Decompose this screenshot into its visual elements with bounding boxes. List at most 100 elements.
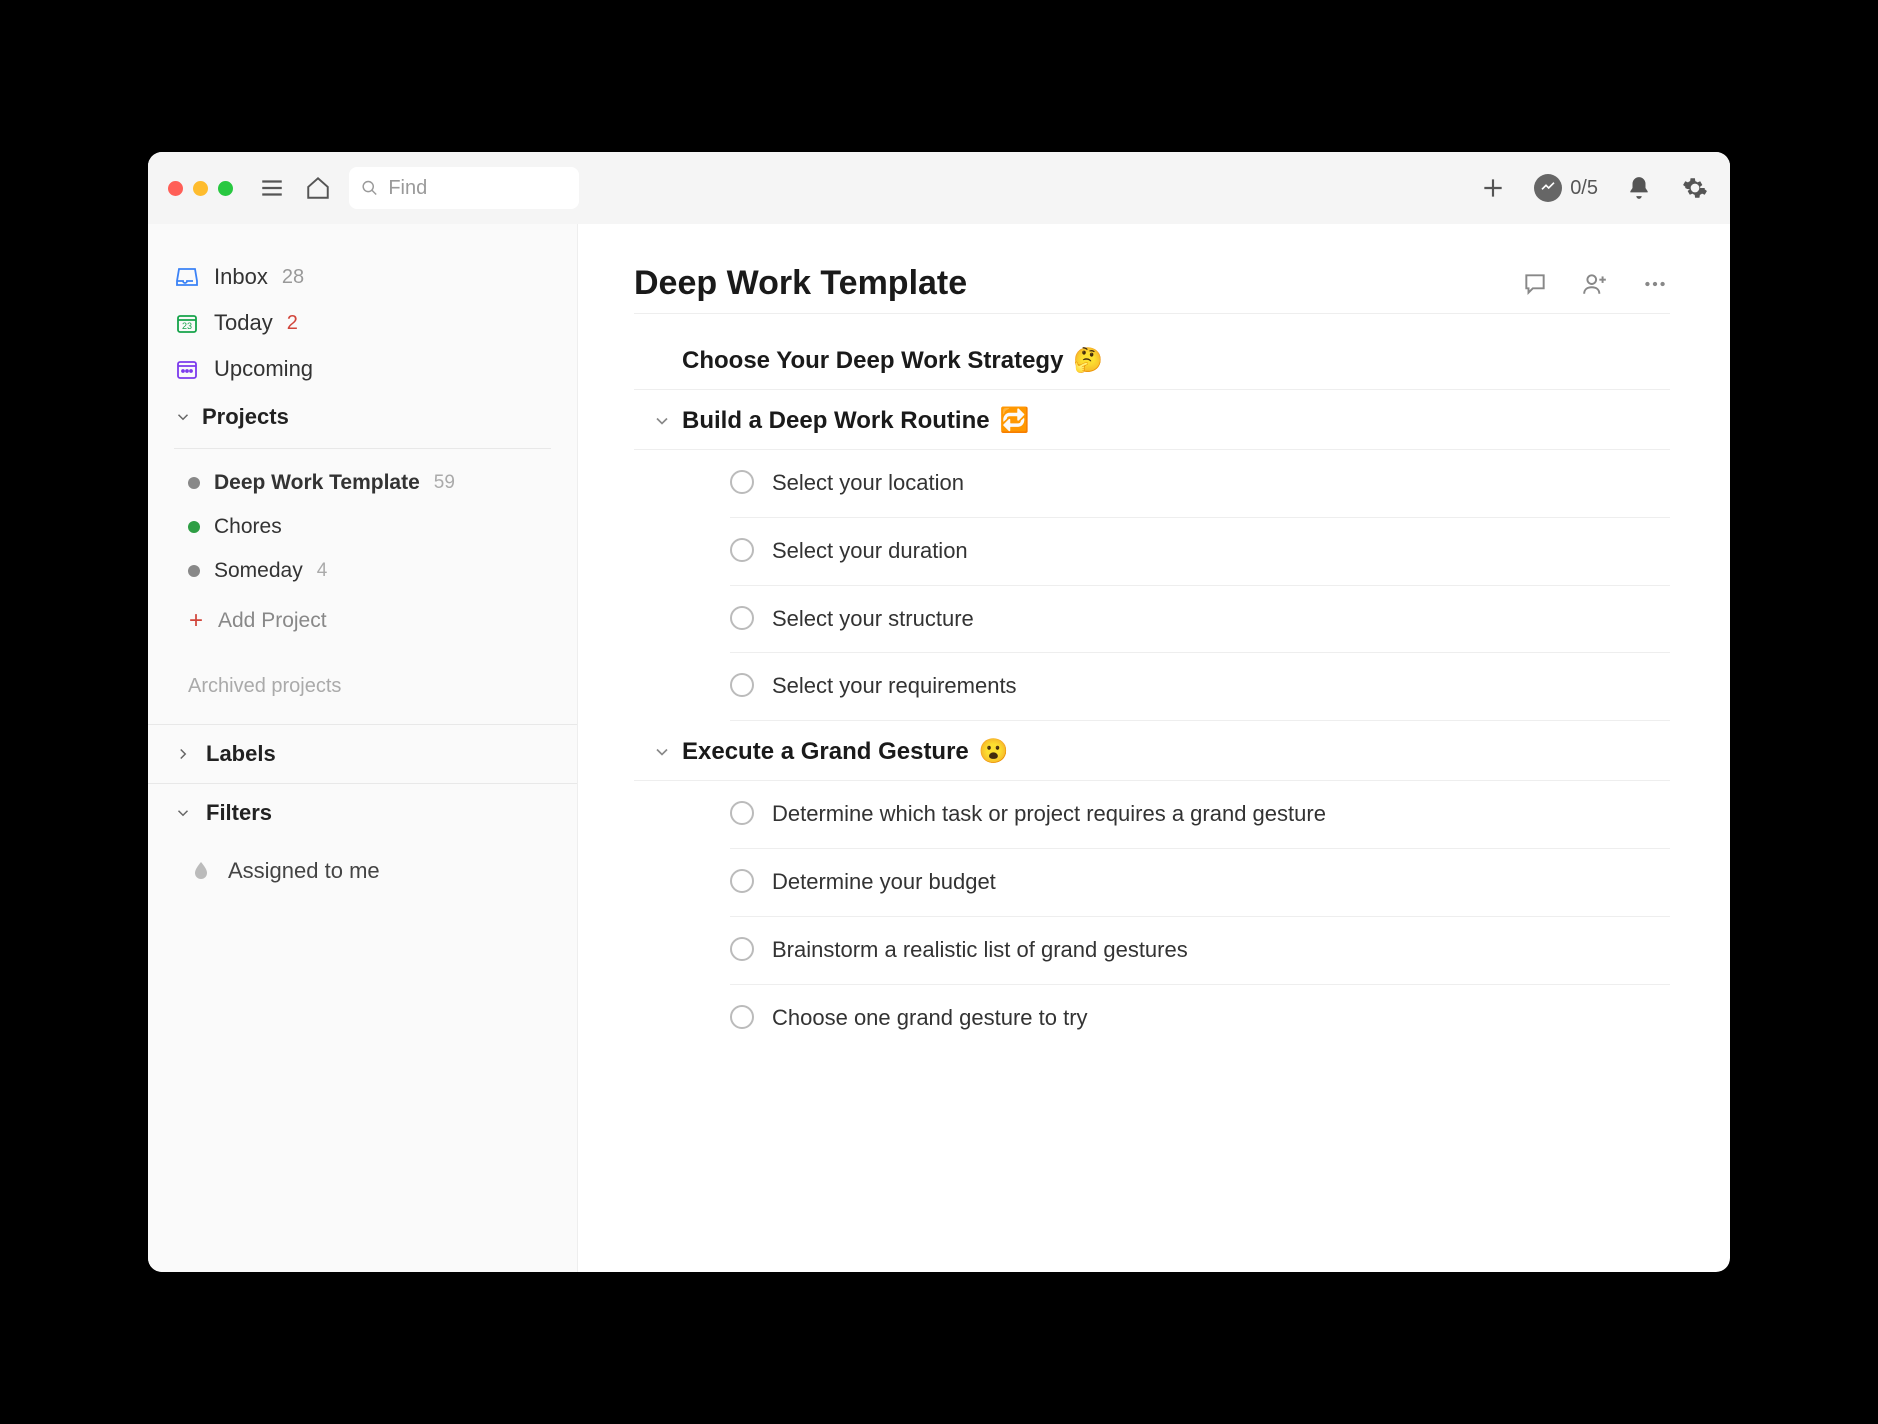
svg-text:23: 23	[182, 321, 192, 331]
sidebar-projects-header[interactable]: Projects	[148, 392, 577, 442]
task-checkbox[interactable]	[730, 606, 754, 630]
chevron-down-icon	[174, 804, 192, 822]
task-checkbox[interactable]	[730, 801, 754, 825]
task-row[interactable]: Select your location	[730, 450, 1670, 518]
section-title: Choose Your Deep Work Strategy	[682, 347, 1063, 375]
app-window: 0/5 Inbox 28 23 Today	[148, 152, 1730, 1272]
plus-icon: +	[188, 607, 204, 635]
productivity-icon	[1534, 174, 1562, 202]
task-label: Select your requirements	[772, 671, 1017, 702]
search-box[interactable]	[349, 167, 579, 209]
project-count: 4	[317, 560, 328, 582]
labels-label: Labels	[206, 741, 276, 767]
section-build-routine: Build a Deep Work Routine 🔁 Select your …	[634, 396, 1670, 721]
task-checkbox[interactable]	[730, 1005, 754, 1029]
project-bullet	[188, 565, 200, 577]
sidebar-inbox-label: Inbox	[214, 264, 268, 290]
inbox-icon	[174, 264, 200, 290]
sidebar-filters[interactable]: Filters	[148, 783, 577, 842]
project-bullet	[188, 521, 200, 533]
sidebar-assigned[interactable]: Assigned to me	[148, 842, 577, 900]
sidebar-inbox-count: 28	[282, 266, 304, 289]
section-header[interactable]: Execute a Grand Gesture 😮	[634, 727, 1670, 781]
add-task-icon[interactable]	[1478, 173, 1508, 203]
task-checkbox[interactable]	[730, 869, 754, 893]
productivity-count: 0/5	[1570, 177, 1598, 200]
notifications-icon[interactable]	[1624, 173, 1654, 203]
settings-icon[interactable]	[1680, 173, 1710, 203]
search-input[interactable]	[388, 177, 567, 200]
project-header: Deep Work Template	[634, 264, 1670, 303]
task-row[interactable]: Choose one grand gesture to try	[730, 985, 1670, 1052]
task-checkbox[interactable]	[730, 470, 754, 494]
repeat-emoji: 🔁	[1000, 406, 1030, 435]
sidebar-labels[interactable]: Labels	[148, 724, 577, 783]
project-actions	[1520, 269, 1670, 299]
task-label: Determine which task or project requires…	[772, 799, 1326, 830]
add-project-button[interactable]: + Add Project	[148, 593, 577, 649]
task-row[interactable]: Brainstorm a realistic list of grand ges…	[730, 917, 1670, 985]
task-row[interactable]: Select your duration	[730, 518, 1670, 586]
project-title: Deep Work Template	[634, 264, 967, 303]
sidebar-project-someday[interactable]: Someday 4	[148, 549, 577, 593]
section-header[interactable]: Build a Deep Work Routine 🔁	[634, 396, 1670, 450]
toolbar-right: 0/5	[1478, 173, 1710, 203]
section-grand-gesture: Execute a Grand Gesture 😮 Determine whic…	[634, 727, 1670, 1051]
archived-projects-label[interactable]: Archived projects	[148, 649, 577, 724]
task-label: Determine your budget	[772, 867, 996, 898]
task-label: Brainstorm a realistic list of grand ges…	[772, 935, 1188, 966]
task-row[interactable]: Select your structure	[730, 586, 1670, 654]
sidebar-project-deep-work[interactable]: Deep Work Template 59	[148, 461, 577, 505]
divider	[174, 448, 551, 449]
droplet-icon	[188, 858, 214, 884]
sidebar-upcoming-label: Upcoming	[214, 356, 313, 382]
productivity-button[interactable]: 0/5	[1534, 174, 1598, 202]
task-row[interactable]: Determine which task or project requires…	[730, 781, 1670, 849]
project-count: 59	[434, 472, 455, 494]
task-checkbox[interactable]	[730, 538, 754, 562]
projects-header-label: Projects	[202, 404, 289, 430]
task-checkbox[interactable]	[730, 937, 754, 961]
body: Inbox 28 23 Today 2 Upcoming Projects	[148, 224, 1730, 1272]
minimize-window-button[interactable]	[193, 181, 208, 196]
project-name: Someday	[214, 559, 303, 583]
task-label: Select your location	[772, 468, 964, 499]
sidebar-today-count: 2	[287, 312, 298, 335]
task-label: Select your duration	[772, 536, 968, 567]
toolbar-left	[257, 167, 579, 209]
divider	[634, 313, 1670, 314]
maximize-window-button[interactable]	[218, 181, 233, 196]
task-label: Select your structure	[772, 604, 974, 635]
search-icon	[361, 178, 378, 198]
section-choose-strategy: Choose Your Deep Work Strategy 🤔	[634, 336, 1670, 390]
more-icon[interactable]	[1640, 269, 1670, 299]
window-controls	[168, 181, 233, 196]
home-icon[interactable]	[303, 173, 333, 203]
menu-icon[interactable]	[257, 173, 287, 203]
project-bullet	[188, 477, 200, 489]
thinking-emoji: 🤔	[1073, 346, 1103, 375]
chevron-down-icon	[174, 408, 192, 426]
chevron-right-icon	[174, 745, 192, 763]
main-content: Deep Work Template Choose You	[578, 224, 1730, 1272]
sidebar-today[interactable]: 23 Today 2	[148, 300, 577, 346]
sidebar-upcoming[interactable]: Upcoming	[148, 346, 577, 392]
section-header[interactable]: Choose Your Deep Work Strategy 🤔	[634, 336, 1670, 390]
section-title: Execute a Grand Gesture	[682, 738, 969, 766]
sidebar-inbox[interactable]: Inbox 28	[148, 254, 577, 300]
close-window-button[interactable]	[168, 181, 183, 196]
section-title: Build a Deep Work Routine	[682, 407, 990, 435]
chevron-down-icon	[652, 742, 672, 762]
task-row[interactable]: Determine your budget	[730, 849, 1670, 917]
sidebar: Inbox 28 23 Today 2 Upcoming Projects	[148, 224, 578, 1272]
share-icon[interactable]	[1580, 269, 1610, 299]
task-label: Choose one grand gesture to try	[772, 1003, 1088, 1034]
assigned-label: Assigned to me	[228, 858, 380, 884]
add-project-label: Add Project	[218, 609, 327, 633]
comments-icon[interactable]	[1520, 269, 1550, 299]
sidebar-project-chores[interactable]: Chores	[148, 505, 577, 549]
project-name: Chores	[214, 515, 282, 539]
task-row[interactable]: Select your requirements	[730, 653, 1670, 721]
titlebar: 0/5	[148, 152, 1730, 224]
task-checkbox[interactable]	[730, 673, 754, 697]
